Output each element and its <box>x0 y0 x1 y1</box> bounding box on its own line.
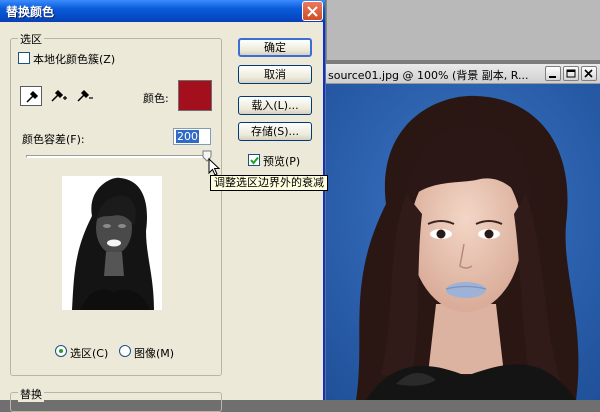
document-window: source01.jpg @ 100% (背景 副本, R... <box>326 64 600 400</box>
view-image-radio[interactable] <box>119 345 131 357</box>
document-title: source01.jpg @ 100% (背景 副本, R... <box>328 69 529 82</box>
cancel-button[interactable]: 取消 <box>238 65 312 84</box>
minimize-icon <box>549 76 556 78</box>
preview-label: 预览(P) <box>263 155 301 168</box>
localized-clusters-label: 本地化颜色簇(Z) <box>33 53 116 66</box>
color-label: 颜色: <box>143 92 169 105</box>
eyedropper-plus-icon <box>51 89 67 102</box>
document-close-button[interactable] <box>581 66 597 81</box>
view-image-label: 图像(M) <box>134 347 175 360</box>
replace-color-dialog: 替换颜色 选区 本地化颜色簇(Z) 颜色: 颜色容差(F): 200 选区(C)… <box>0 0 325 412</box>
view-selection-radio[interactable] <box>55 345 67 357</box>
load-button[interactable]: 载入(L)... <box>238 96 312 115</box>
tolerance-label: 颜色容差(F): <box>22 133 85 146</box>
tolerance-value: 200 <box>176 130 199 143</box>
portrait-image <box>326 84 600 400</box>
preview-checkbox[interactable] <box>248 154 260 166</box>
eyedropper-tool[interactable] <box>20 86 42 106</box>
selection-group-label: 选区 <box>18 31 44 47</box>
close-icon <box>307 6 318 17</box>
tolerance-tooltip: 调整选区边界外的衰减 <box>210 175 328 191</box>
dialog-titlebar[interactable]: 替换颜色 <box>0 0 325 22</box>
eyedropper-icon <box>26 90 39 103</box>
localized-clusters-checkbox[interactable] <box>18 52 30 64</box>
ok-button[interactable]: 确定 <box>238 38 312 57</box>
document-titlebar[interactable]: source01.jpg @ 100% (背景 副本, R... <box>326 64 600 84</box>
dialog-close-button[interactable] <box>302 1 323 21</box>
minimize-button[interactable] <box>545 66 561 81</box>
checkmark-icon <box>250 156 259 165</box>
selected-color-swatch[interactable] <box>178 80 212 111</box>
radio-selected-dot <box>59 349 63 353</box>
mask-thumbnail <box>62 176 162 310</box>
close-icon <box>584 69 593 78</box>
save-button[interactable]: 存储(S)... <box>238 122 312 141</box>
maximize-button[interactable] <box>563 66 579 81</box>
tolerance-input[interactable]: 200 <box>173 128 211 145</box>
view-selection-label: 选区(C) <box>70 347 109 360</box>
eyedropper-plus-tool[interactable] <box>46 86 68 106</box>
document-canvas[interactable] <box>326 84 600 400</box>
tolerance-slider-track[interactable] <box>26 155 212 158</box>
mouse-cursor-icon <box>208 157 222 181</box>
selection-mask-preview <box>62 176 162 310</box>
eyedropper-minus-icon <box>77 89 93 102</box>
maximize-icon <box>566 69 576 78</box>
eyedropper-minus-tool[interactable] <box>72 86 94 106</box>
app-workspace-top <box>326 0 600 60</box>
dialog-title: 替换颜色 <box>6 5 55 19</box>
